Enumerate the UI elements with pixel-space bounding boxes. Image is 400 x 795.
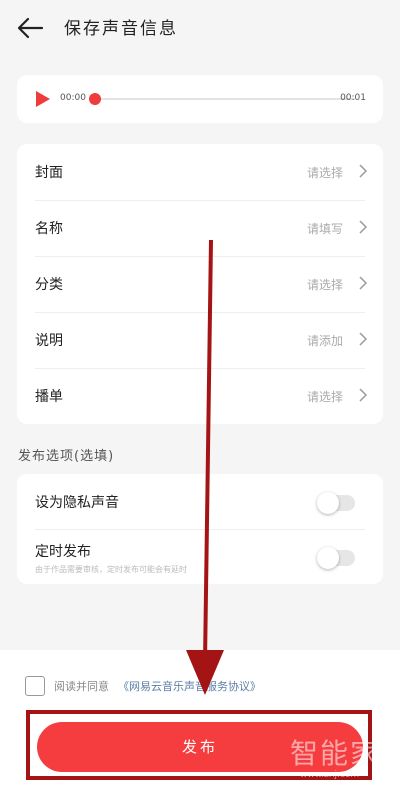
total-time: 00:01 <box>340 93 366 103</box>
info-menu: 封面 请选择 名称 请填写 分类 请选择 说明 请添加 播单 请选择 <box>17 144 383 424</box>
private-label: 设为隐私声音 <box>35 495 119 511</box>
chevron-right-icon <box>359 220 367 234</box>
scheduled-label: 定时发布 <box>35 544 91 560</box>
watermark-url: www.znj.com <box>300 770 360 780</box>
watermark-logo: 智能家 <box>290 737 381 770</box>
menu-item-label: 播单 <box>35 389 63 405</box>
current-time: 00:00 <box>60 93 86 103</box>
chevron-right-icon <box>359 332 367 346</box>
private-toggle[interactable] <box>317 492 355 514</box>
agreement-link[interactable]: 《网易云音乐声音服务协议》 <box>118 678 261 694</box>
menu-item-label: 说明 <box>35 333 63 349</box>
menu-item-playlist[interactable]: 播单 请选择 <box>17 368 383 424</box>
progress-track[interactable] <box>89 93 355 105</box>
menu-item-cover[interactable]: 封面 请选择 <box>17 144 383 200</box>
page-title: 保存声音信息 <box>64 19 178 39</box>
menu-item-hint: 请填写 <box>306 222 343 236</box>
agree-checkbox[interactable] <box>25 676 45 696</box>
menu-item-label: 分类 <box>35 277 63 293</box>
chevron-right-icon <box>359 164 367 178</box>
menu-item-label: 封面 <box>35 165 63 181</box>
divider <box>35 529 365 530</box>
menu-item-hint: 请选择 <box>306 390 343 404</box>
menu-item-category[interactable]: 分类 请选择 <box>17 256 383 312</box>
menu-item-hint: 请选择 <box>306 166 343 180</box>
section-title: 发布选项(选填) <box>18 449 115 464</box>
chevron-right-icon <box>359 388 367 402</box>
menu-item-hint: 请添加 <box>306 334 343 348</box>
menu-item-description[interactable]: 说明 请添加 <box>17 312 383 368</box>
toggle-knob <box>317 492 339 514</box>
progress-knob[interactable] <box>89 93 101 105</box>
publish-options: 设为隐私声音 定时发布 由于作品需要审核，定时发布可能会有延时 <box>17 474 383 584</box>
toggle-knob <box>317 547 339 569</box>
chevron-right-icon <box>359 276 367 290</box>
menu-item-name[interactable]: 名称 请填写 <box>17 200 383 256</box>
header: 保存声音信息 <box>0 0 400 56</box>
back-arrow-icon[interactable] <box>14 14 46 42</box>
menu-item-label: 名称 <box>35 221 63 237</box>
menu-item-hint: 请选择 <box>306 278 343 292</box>
scheduled-note: 由于作品需要审核，定时发布可能会有延时 <box>35 565 187 574</box>
play-icon[interactable] <box>35 90 51 108</box>
scheduled-toggle[interactable] <box>317 547 355 569</box>
audio-player: 00:00 00:01 <box>17 75 383 123</box>
agree-text: 阅读并同意 <box>54 680 109 693</box>
